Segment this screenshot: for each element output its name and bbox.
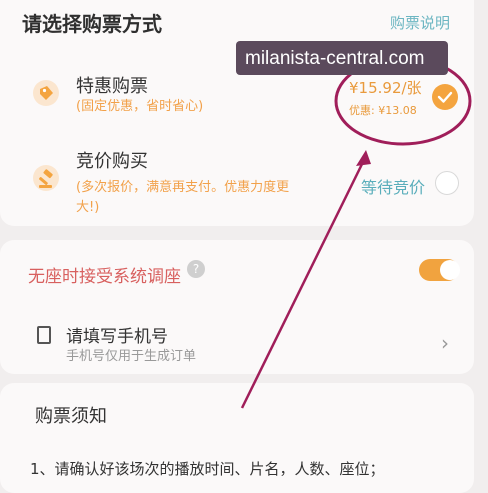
phone-field-title[interactable]: 请填写手机号 xyxy=(66,322,168,347)
toggle-knob xyxy=(440,260,460,280)
phone-icon xyxy=(37,326,51,344)
tag-icon xyxy=(33,80,59,106)
special-saving: 优惠: ¥13.08 xyxy=(349,104,417,117)
ticket-help-link[interactable]: 购票说明 xyxy=(390,12,450,33)
notice-title: 购票须知 xyxy=(35,406,107,427)
notice-line: 1、请确认好该场次的播放时间、片名，人数、座位； xyxy=(30,460,385,478)
option-bidding-title[interactable]: 竞价购买 xyxy=(76,147,148,173)
phone-field-subtitle: 手机号仅用于生成订单 xyxy=(66,349,197,364)
bidding-radio[interactable] xyxy=(435,171,459,195)
selected-check-icon[interactable] xyxy=(432,84,458,110)
option-bidding-subtitle-2: 大!) xyxy=(76,200,100,215)
option-special-title[interactable]: 特惠购票 xyxy=(76,72,148,98)
gavel-icon xyxy=(33,165,59,191)
chevron-right-icon[interactable]: › xyxy=(441,331,449,355)
special-price: ¥15.92/张 xyxy=(349,79,422,97)
no-seat-label: 无座时接受系统调座 xyxy=(28,267,181,287)
section-title: 请选择购票方式 xyxy=(22,12,162,36)
bidding-status: 等待竞价 xyxy=(361,178,426,197)
watermark-text: milanista-central.com xyxy=(245,48,425,69)
option-bidding-subtitle-1: (多次报价，满意再支付。优惠力度更 xyxy=(76,180,290,195)
question-icon[interactable]: ? xyxy=(187,260,205,278)
option-special-subtitle: (固定优惠，省时省心) xyxy=(76,99,204,114)
